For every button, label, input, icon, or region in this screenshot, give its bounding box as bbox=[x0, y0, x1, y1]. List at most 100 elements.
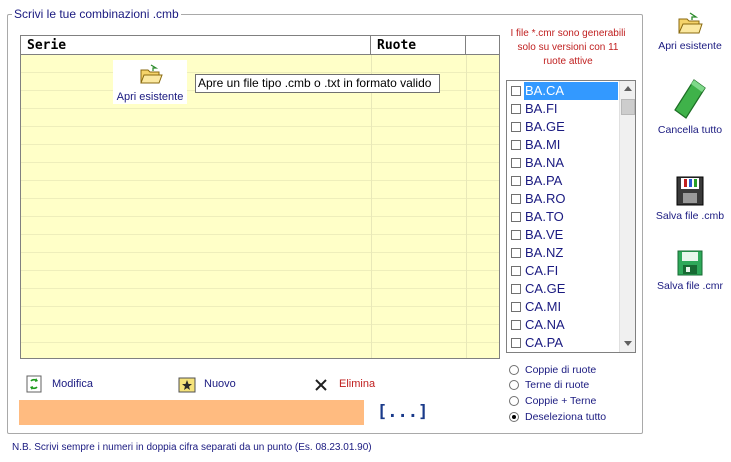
side-salva-cmr-button[interactable]: Salva file .cmr bbox=[650, 250, 730, 292]
ruote-list-item[interactable]: BA.MI bbox=[508, 136, 620, 154]
side-apri-existing-button[interactable]: Apri esistente bbox=[650, 12, 730, 52]
eraser-icon bbox=[674, 79, 706, 119]
side-cancella-label: Cancella tutto bbox=[657, 124, 723, 136]
grid-column-divider bbox=[371, 55, 372, 358]
side-apri-label: Apri esistente bbox=[658, 40, 722, 52]
ruote-label: BA.FI bbox=[525, 101, 558, 116]
new-star-icon bbox=[178, 377, 196, 393]
nuovo-button[interactable]: Nuovo bbox=[178, 375, 258, 395]
ruote-list-item[interactable]: CA.NA bbox=[508, 316, 620, 334]
elimina-button[interactable]: Elimina bbox=[313, 375, 393, 395]
ruote-label: BA.MI bbox=[525, 137, 561, 152]
radio-dot[interactable] bbox=[509, 412, 519, 422]
column-header-ruote[interactable]: Ruote bbox=[371, 36, 466, 55]
ruote-checkbox[interactable] bbox=[511, 302, 521, 312]
ruote-checkbox[interactable] bbox=[511, 140, 521, 150]
ruote-checkbox[interactable] bbox=[511, 266, 521, 276]
ruote-checkbox[interactable] bbox=[511, 284, 521, 294]
listbox-scrollbar[interactable] bbox=[619, 81, 635, 352]
ruote-listbox[interactable]: BA.CA BA.FI BA.GE BA.MI BA.NA BA.PA BA.RO BA.TO… bbox=[506, 80, 636, 353]
modifica-button[interactable]: Modifica bbox=[26, 375, 106, 395]
ruote-label: CA.GE bbox=[525, 281, 566, 296]
ruote-label: BA.GE bbox=[525, 119, 565, 134]
grid-open-existing-button[interactable]: Apri esistente bbox=[113, 60, 187, 104]
ruote-list-item[interactable]: BA.NA bbox=[508, 154, 620, 172]
ruote-checkbox[interactable] bbox=[511, 248, 521, 258]
ruote-list-item[interactable]: BA.PA bbox=[508, 172, 620, 190]
ruote-list-item[interactable]: CA.FI bbox=[508, 262, 620, 280]
delete-x-icon bbox=[315, 379, 327, 391]
radio-deseleziona-tutto[interactable]: Deseleziona tutto bbox=[509, 409, 639, 425]
cmr-note-line: solo su versioni con 11 bbox=[517, 42, 619, 53]
ruote-checkbox[interactable] bbox=[511, 122, 521, 132]
ruote-list-item[interactable]: CA.PA bbox=[508, 334, 620, 352]
ruote-list-item[interactable]: BA.VE bbox=[508, 226, 620, 244]
side-salva-cmb-button[interactable]: Salva file .cmb bbox=[650, 176, 730, 222]
elimina-label: Elimina bbox=[339, 378, 376, 390]
column-header-serie[interactable]: Serie bbox=[21, 36, 371, 55]
radio-dot[interactable] bbox=[509, 365, 519, 375]
radio-label: Deseleziona tutto bbox=[525, 411, 607, 423]
nuovo-label: Nuovo bbox=[204, 378, 236, 390]
footer-note: N.B. Scrivi sempre i numeri in doppia ci… bbox=[12, 442, 372, 453]
ruote-list-item[interactable]: BA.RO bbox=[508, 190, 620, 208]
grid-column-divider bbox=[466, 55, 467, 358]
ruote-label: BA.TO bbox=[525, 209, 564, 224]
column-header-empty bbox=[466, 36, 499, 55]
scroll-thumb[interactable] bbox=[621, 99, 635, 115]
side-salva-cmr-label: Salva file .cmr bbox=[657, 280, 723, 292]
ruote-checkbox[interactable] bbox=[511, 338, 521, 348]
ruote-list-item[interactable]: BA.TO bbox=[508, 208, 620, 226]
ruote-label: BA.CA bbox=[524, 82, 618, 100]
ruote-label: BA.PA bbox=[525, 173, 563, 188]
ruote-checkbox[interactable] bbox=[511, 230, 521, 240]
ruote-label: BA.NZ bbox=[525, 245, 564, 260]
ruote-checkbox[interactable] bbox=[511, 212, 521, 222]
scroll-up-button[interactable] bbox=[620, 81, 635, 97]
ruote-checkbox[interactable] bbox=[511, 86, 521, 96]
ruote-list-item[interactable]: BA.GE bbox=[508, 118, 620, 136]
radio-terne-ruote[interactable]: Terne di ruote bbox=[509, 377, 639, 393]
ruote-label: CA.FI bbox=[525, 263, 559, 278]
tooltip: Apre un file tipo .cmb o .txt in formato… bbox=[195, 74, 440, 93]
radio-dot[interactable] bbox=[509, 380, 519, 390]
grid-open-existing-label: Apri esistente bbox=[116, 91, 184, 103]
arrow-down-icon bbox=[624, 341, 632, 346]
save-disk-icon bbox=[676, 176, 704, 206]
ruote-checkbox[interactable] bbox=[511, 158, 521, 168]
radio-label: Terne di ruote bbox=[525, 379, 590, 391]
radio-dot[interactable] bbox=[509, 396, 519, 406]
ruote-list-item[interactable]: BA.CA bbox=[508, 82, 620, 100]
ruote-label: BA.VE bbox=[525, 227, 564, 242]
ruote-list-item[interactable]: BA.NZ bbox=[508, 244, 620, 262]
browse-button[interactable]: [...] bbox=[377, 402, 428, 422]
side-salva-cmb-label: Salva file .cmb bbox=[655, 210, 725, 222]
open-folder-icon bbox=[140, 64, 163, 84]
cmr-note-line: ruote attive bbox=[543, 56, 593, 67]
ruote-label: BA.NA bbox=[525, 155, 565, 170]
ruote-list-item[interactable]: CA.MI bbox=[508, 298, 620, 316]
cmr-note-line: I file *.cmr sono generabili bbox=[510, 28, 626, 39]
radio-label: Coppie di ruote bbox=[525, 364, 597, 376]
scroll-down-button[interactable] bbox=[620, 336, 635, 352]
radio-coppie-ruote[interactable]: Coppie di ruote bbox=[509, 362, 639, 378]
progress-bar bbox=[19, 400, 364, 425]
save-disk-green-icon bbox=[677, 250, 703, 276]
ruote-label: CA.PA bbox=[525, 335, 564, 350]
radio-label: Coppie + Terne bbox=[525, 395, 597, 407]
groupbox-title: Scrivi le tue combinazioni .cmb bbox=[12, 7, 181, 21]
ruote-list-item[interactable]: CA.GE bbox=[508, 280, 620, 298]
cmr-note: I file *.cmr sono generabili solo su ver… bbox=[505, 27, 631, 69]
ruote-checkbox[interactable] bbox=[511, 194, 521, 204]
ruote-checkbox[interactable] bbox=[511, 104, 521, 114]
ruote-checkbox[interactable] bbox=[511, 320, 521, 330]
grid-header: Serie Ruote bbox=[21, 36, 499, 55]
grid-body[interactable] bbox=[21, 55, 499, 358]
ruote-label: BA.RO bbox=[525, 191, 566, 206]
ruote-checkbox[interactable] bbox=[511, 176, 521, 186]
refresh-icon bbox=[26, 375, 42, 393]
ruote-list-item[interactable]: BA.FI bbox=[508, 100, 620, 118]
arrow-up-icon bbox=[624, 86, 632, 91]
side-cancella-tutto-button[interactable]: Cancella tutto bbox=[650, 78, 730, 136]
radio-coppie-terne[interactable]: Coppie + Terne bbox=[509, 393, 639, 409]
